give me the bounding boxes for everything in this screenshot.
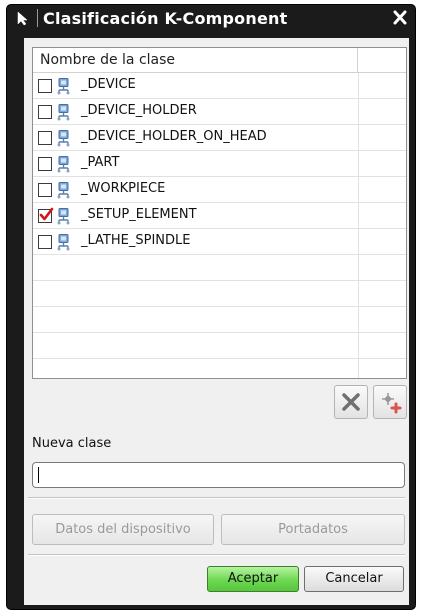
item-label: _DEVICE_HOLDER_ON_HEAD	[81, 129, 267, 144]
cursor-arrow-icon	[15, 10, 31, 26]
item-checkbox[interactable]	[38, 105, 52, 119]
item-checkbox[interactable]	[38, 157, 52, 171]
component-class-icon	[56, 103, 74, 121]
column-separator	[358, 333, 359, 359]
empty-row	[33, 255, 406, 281]
list-item[interactable]: _DEVICE	[33, 73, 406, 99]
column-separator	[358, 151, 359, 177]
accept-button[interactable]: Aceptar	[207, 566, 299, 592]
column-separator	[358, 307, 359, 333]
item-label: _DEVICE_HOLDER	[81, 103, 197, 118]
item-label: _SETUP_ELEMENT	[81, 207, 197, 222]
list-item[interactable]: _DEVICE_HOLDER_ON_HEAD	[33, 125, 406, 151]
close-icon	[393, 10, 407, 25]
column-header-name[interactable]: Nombre de la clase	[33, 48, 358, 72]
empty-row	[33, 333, 406, 359]
column-separator	[358, 359, 359, 378]
empty-row	[33, 281, 406, 307]
component-class-icon	[56, 77, 74, 95]
dialog-content: Nombre de la clase _DEVICE _DEVICE_HOLDER…	[24, 38, 409, 605]
column-separator	[358, 125, 359, 151]
device-data-button[interactable]: Datos del dispositivo	[32, 514, 214, 545]
list-item[interactable]: _SETUP_ELEMENT	[33, 203, 406, 229]
classification-dialog: Clasificación K-Component Nombre de la c…	[7, 5, 415, 609]
delete-x-icon	[342, 393, 360, 411]
title-bar[interactable]: Clasificación K-Component	[7, 5, 415, 31]
component-class-icon	[56, 181, 74, 199]
divider-bottom	[28, 554, 405, 555]
text-caret	[38, 467, 39, 483]
data-carrier-button[interactable]: Portadatos	[221, 514, 405, 545]
delete-button[interactable]	[334, 385, 368, 419]
column-separator	[358, 73, 359, 99]
column-separator	[358, 229, 359, 255]
list-item[interactable]: _PART	[33, 151, 406, 177]
component-class-icon	[56, 233, 74, 251]
new-class-input[interactable]	[32, 462, 405, 488]
column-separator	[358, 255, 359, 281]
new-class-label: Nueva clase	[32, 436, 112, 451]
add-class-icon	[382, 393, 402, 414]
component-class-icon	[56, 207, 74, 225]
class-list[interactable]: Nombre de la clase _DEVICE _DEVICE_HOLDER…	[32, 47, 407, 379]
list-header: Nombre de la clase	[33, 48, 406, 73]
empty-row	[33, 359, 406, 378]
component-class-icon	[56, 155, 74, 173]
item-label: _PART	[81, 155, 120, 170]
item-checkbox[interactable]	[38, 235, 52, 249]
column-separator	[358, 99, 359, 125]
component-class-icon	[56, 129, 74, 147]
list-item[interactable]: _DEVICE_HOLDER	[33, 99, 406, 125]
window-title: Clasificación K-Component	[43, 9, 288, 28]
item-checkbox[interactable]	[38, 131, 52, 145]
list-item[interactable]: _WORKPIECE	[33, 177, 406, 203]
column-separator	[358, 281, 359, 307]
column-separator	[358, 203, 359, 229]
close-button[interactable]	[389, 8, 411, 28]
title-separator	[37, 9, 38, 27]
item-checkbox[interactable]	[38, 207, 54, 223]
add-class-button[interactable]	[373, 385, 407, 419]
item-label: _DEVICE	[81, 77, 136, 92]
list-item[interactable]: _LATHE_SPINDLE	[33, 229, 406, 255]
item-label: _WORKPIECE	[81, 181, 166, 196]
item-checkbox[interactable]	[38, 183, 52, 197]
cancel-button[interactable]: Cancelar	[304, 566, 404, 592]
column-separator	[358, 177, 359, 203]
divider-top	[28, 497, 405, 498]
item-label: _LATHE_SPINDLE	[81, 233, 191, 248]
empty-row	[33, 307, 406, 333]
item-checkbox[interactable]	[38, 79, 52, 93]
